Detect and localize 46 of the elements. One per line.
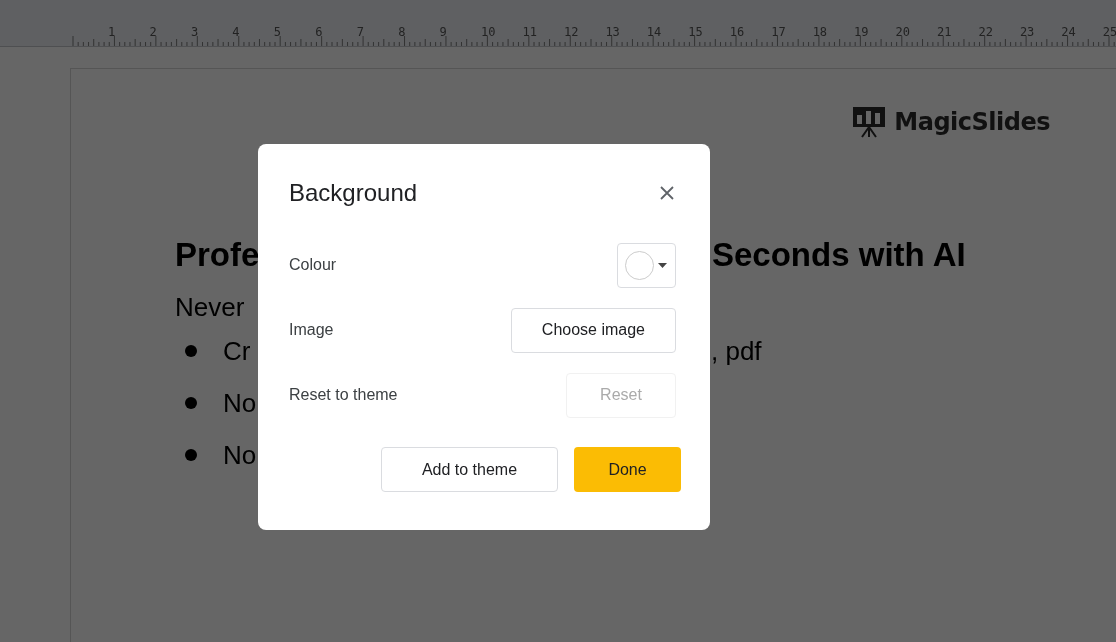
ruler-number: 14 [646,25,662,39]
ruler-number: 6 [315,25,323,39]
bullet-text: Cr [223,335,251,366]
ruler-number: 9 [439,25,447,39]
row-label: Image [289,321,334,339]
ruler-number: 23 [1019,25,1035,39]
ruler-number: 5 [273,25,282,39]
dialog-title: Background [289,179,418,207]
ruler-number: 18 [812,25,828,39]
done-button[interactable]: Done [574,447,681,492]
bullet-text: , pdf [711,335,762,367]
ruler-number: 24 [1061,25,1076,39]
easel-icon [852,106,887,138]
ruler-number: 12 [563,25,579,39]
ruler-number: 8 [398,25,406,39]
close-icon[interactable] [660,186,674,200]
logo-text: MagicSlides [894,108,1050,136]
bullet-dot [185,449,197,461]
bullet-dot [185,397,197,409]
ruler-number: 11 [522,25,537,39]
ruler-number: 2 [149,25,157,39]
bullet-dot [185,345,197,357]
ruler-number: 16 [729,25,745,39]
slide-title: Seconds with AI [712,236,966,274]
ruler-number: 15 [688,25,703,39]
ruler-number: 25 [1102,25,1116,39]
ruler-number: 21 [937,25,952,39]
ruler-number: 19 [854,25,869,39]
choose-image-button[interactable]: Choose image [510,307,676,353]
row-label: Colour [289,256,337,274]
slide-subtitle: Never [175,291,245,323]
ruler-number: 17 [771,25,786,39]
add-to-theme-button[interactable]: Add to theme [381,447,558,492]
bullet-text: No [223,439,257,470]
ruler-number: 4 [232,25,240,39]
slide-title: Profe [175,236,260,273]
ruler-number: 10 [481,25,496,39]
ruler-number: 3 [190,25,199,39]
ruler-number: 22 [978,25,993,39]
ruler-number: 13 [605,25,620,39]
bullet-text: No [223,387,257,418]
row-label: Reset to theme [289,386,398,404]
ruler-number: 7 [356,25,364,39]
caret-icon [658,262,667,268]
ruler-number: 20 [895,25,910,39]
ruler-number: 1 [108,25,116,39]
